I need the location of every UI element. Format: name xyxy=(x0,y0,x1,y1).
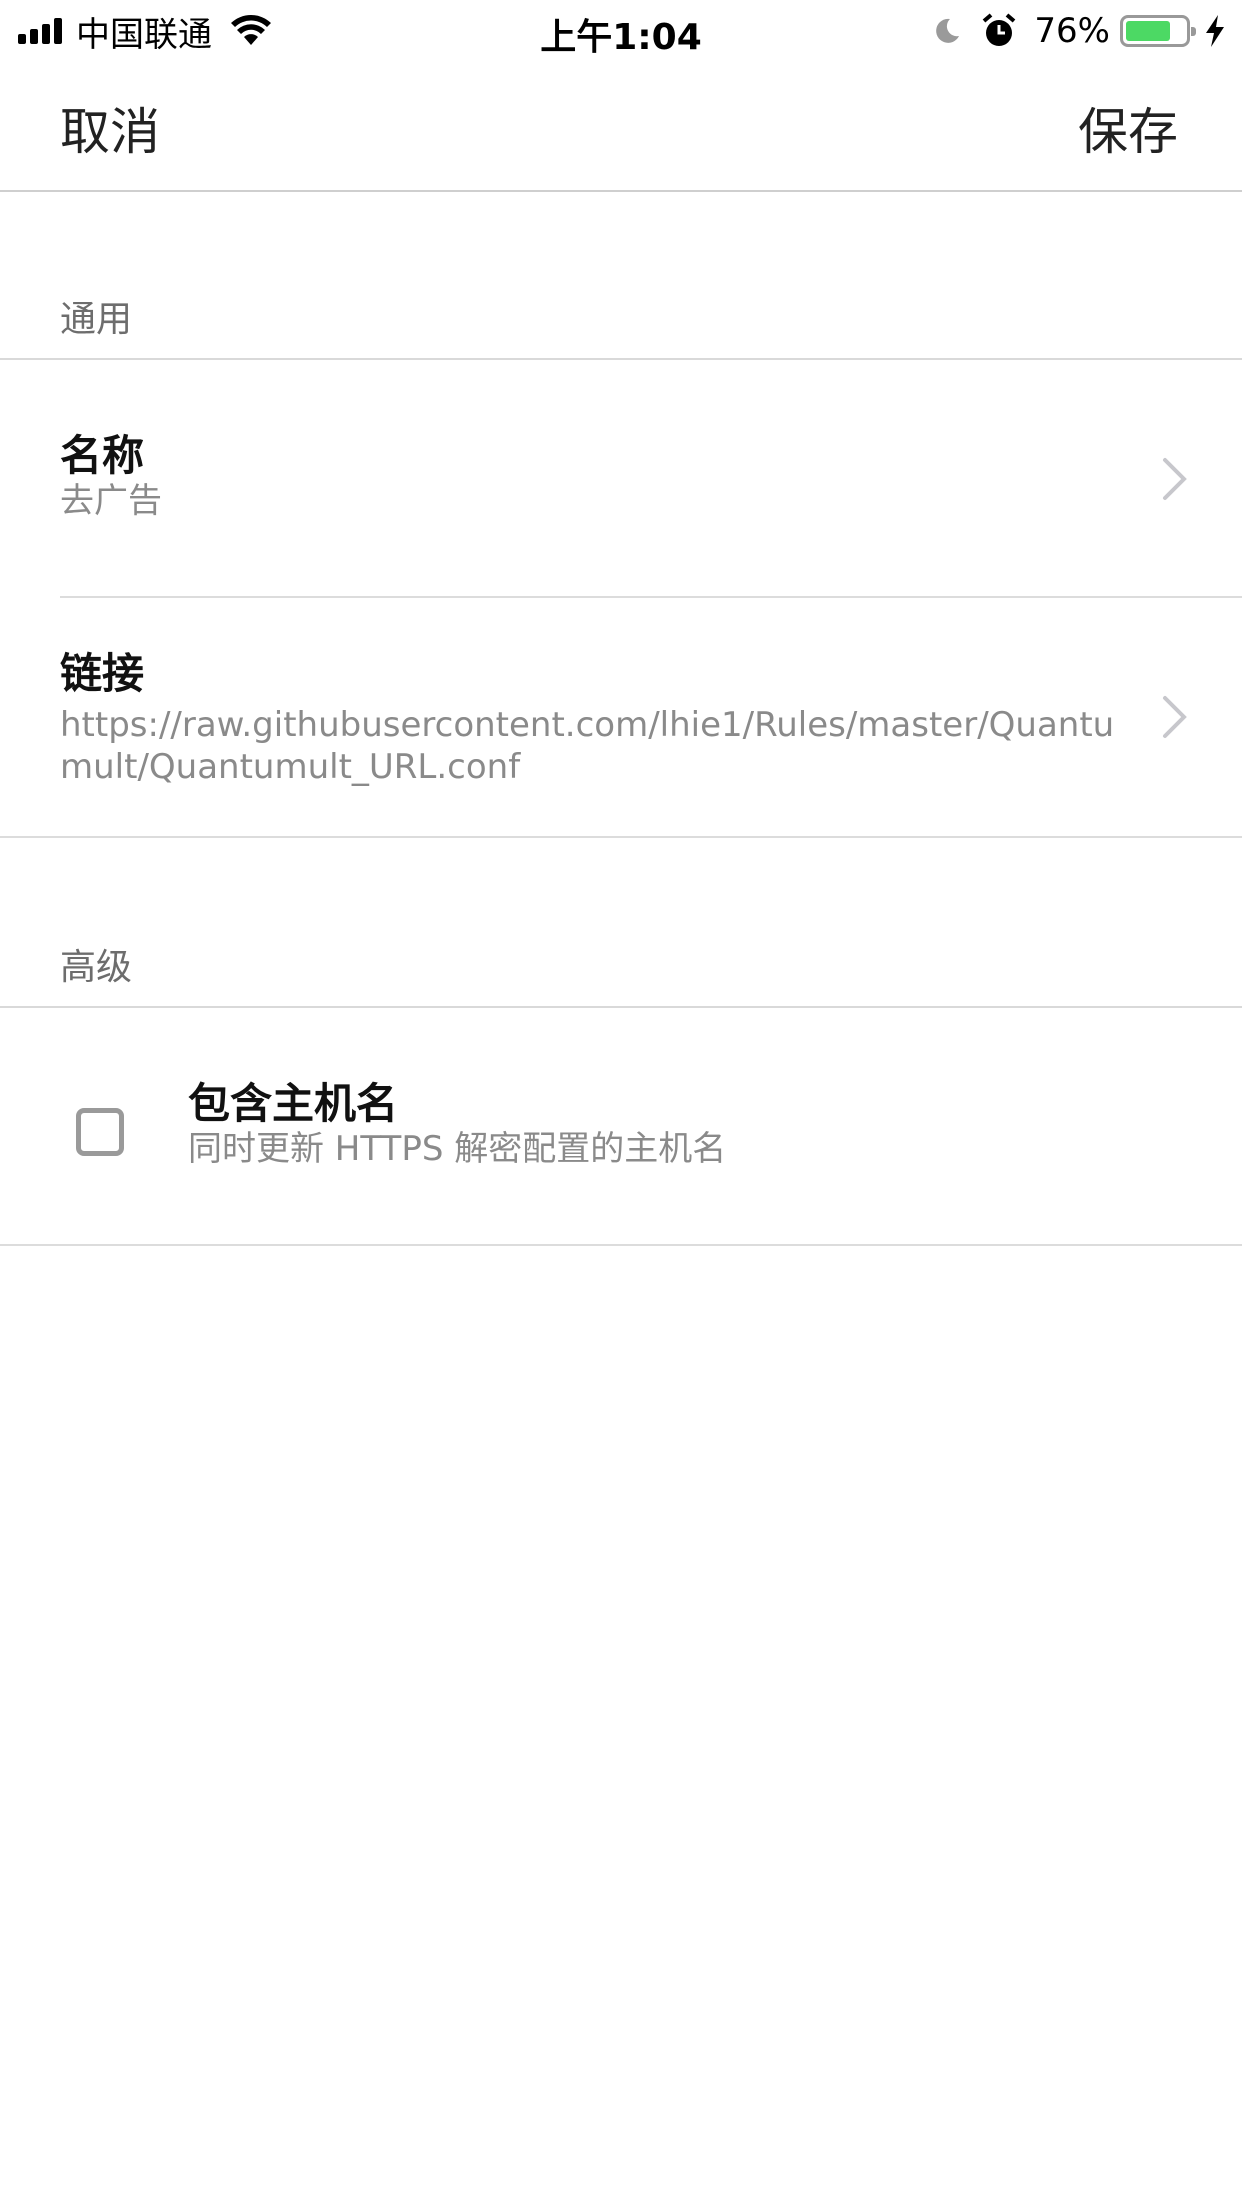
status-right: 76% xyxy=(932,10,1226,52)
link-row-value-line2: mult/Quantumult_URL.conf xyxy=(60,747,521,787)
battery-fill xyxy=(1126,21,1171,41)
include-hostname-checkbox[interactable] xyxy=(76,1108,124,1156)
name-row-title: 名称 xyxy=(60,431,145,480)
section-header-advanced-label: 高级 xyxy=(60,947,133,988)
include-hostname-row[interactable]: 包含主机名 同时更新 HTTPS 解密配置的主机名 xyxy=(0,1008,1242,1244)
battery-icon xyxy=(1120,15,1196,47)
navigation-bar: 取消 保存 xyxy=(0,62,1242,192)
section-header-advanced: 高级 xyxy=(0,838,1242,1008)
section-header-general-label: 通用 xyxy=(60,299,133,340)
include-hostname-title: 包含主机名 xyxy=(188,1079,399,1128)
name-row-value: 去广告 xyxy=(60,481,162,521)
charging-bolt-icon xyxy=(1206,15,1224,47)
section-divider xyxy=(0,1244,1242,1246)
moon-icon xyxy=(936,18,960,43)
save-button[interactable]: 保存 xyxy=(1078,92,1178,164)
chevron-right-icon xyxy=(1163,458,1187,500)
chevron-right-icon xyxy=(1163,696,1187,738)
link-row-value-line1: https://raw.githubusercontent.com/lhie1/… xyxy=(60,705,1115,745)
edit-filter-page: 中国联通 上午1:04 76% 取消 保存 通用 名称 去广告 链接 https… xyxy=(0,0,1242,2208)
include-hostname-subtitle: 同时更新 HTTPS 解密配置的主机名 xyxy=(188,1129,727,1169)
link-row-title: 链接 xyxy=(60,649,145,698)
section-header-general: 通用 xyxy=(0,194,1242,360)
cancel-button[interactable]: 取消 xyxy=(60,92,160,164)
battery-percent: 76% xyxy=(1034,11,1110,51)
name-row[interactable]: 名称 去广告 xyxy=(0,360,1242,598)
status-bar: 中国联通 上午1:04 76% xyxy=(0,0,1242,62)
alarm-icon xyxy=(983,13,1016,46)
link-row[interactable]: 链接 https://raw.githubusercontent.com/lhi… xyxy=(0,598,1242,836)
